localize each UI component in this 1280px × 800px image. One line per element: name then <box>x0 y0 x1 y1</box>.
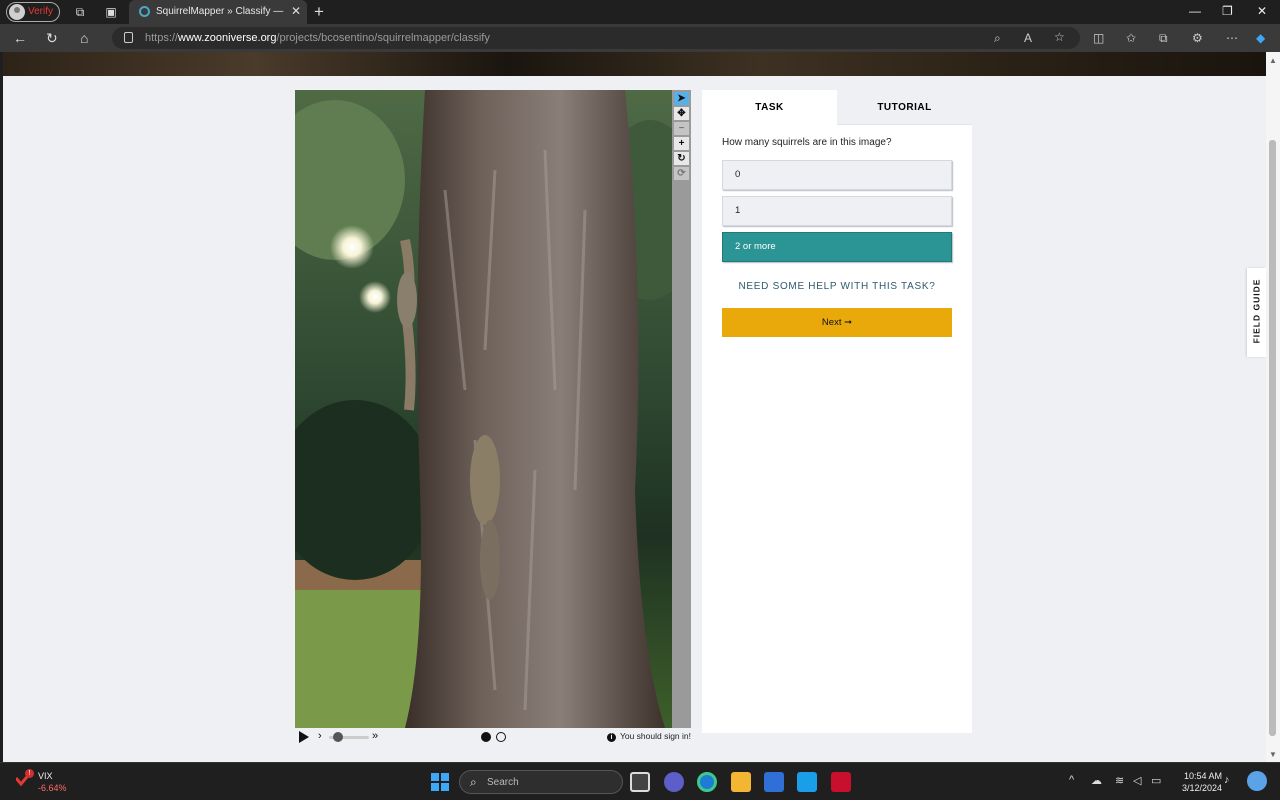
notification-badge: ! <box>25 769 34 778</box>
answer-option-2-or-more[interactable]: 2 or more <box>722 232 952 262</box>
zoom-in-icon[interactable]: + <box>674 137 689 150</box>
subject-controls: › » i You should sign in! <box>295 728 691 746</box>
profile-button[interactable]: Verify <box>6 2 60 22</box>
profile-name: Verify <box>28 6 54 17</box>
notifications-bell-icon[interactable]: ♪ <box>1224 774 1230 786</box>
home-icon[interactable]: ⌂ <box>80 30 88 46</box>
split-screen-icon[interactable]: ◫ <box>1093 31 1104 45</box>
move-icon[interactable]: ✥ <box>674 107 689 120</box>
restore-icon[interactable]: ❐ <box>1222 4 1233 18</box>
faster-icon[interactable]: » <box>372 730 378 742</box>
zoom-out-icon[interactable]: − <box>674 122 689 135</box>
file-explorer-icon[interactable] <box>731 772 751 792</box>
read-aloud-icon[interactable]: A <box>1024 31 1032 45</box>
collections-icon[interactable]: ⧉ <box>1159 31 1168 46</box>
workspaces-icon[interactable]: ⧉ <box>73 5 87 19</box>
field-guide-tab[interactable]: FIELD GUIDE <box>1247 268 1266 357</box>
favorite-star-icon[interactable]: ☆ <box>1054 30 1065 44</box>
signin-notice: i You should sign in! <box>606 731 691 742</box>
ticker-name[interactable]: VIX <box>38 771 53 781</box>
volume-icon[interactable]: ◁ <box>1133 774 1141 787</box>
frame-dot-2[interactable] <box>496 732 506 742</box>
back-icon[interactable]: ← <box>13 30 27 46</box>
show-hidden-icons-icon[interactable]: ^ <box>1069 774 1074 786</box>
edge-icon[interactable] <box>697 772 717 792</box>
task-view-icon[interactable] <box>630 772 650 792</box>
tab-title: SquirrelMapper » Classify — Zooniverse <box>156 6 286 17</box>
clock-date: 3/12/2024 <box>1181 783 1222 793</box>
start-windows-icon[interactable] <box>431 773 449 791</box>
zooniverse-favicon-icon <box>139 6 150 17</box>
browser-toolbar: ← ↻ ⌂ https://www.zooniverse.org/project… <box>0 24 1280 52</box>
search-label: Search <box>487 777 519 788</box>
web-page: ➤ ✥ − + ↻ ⟳ › » i You should sign in! TAS… <box>3 52 1266 762</box>
lock-icon <box>124 32 133 43</box>
new-tab-icon[interactable]: + <box>314 2 324 22</box>
more-menu-icon[interactable]: ⋯ <box>1226 31 1238 45</box>
page-scrollbar[interactable]: ▲ ▼ <box>1266 52 1280 762</box>
scroll-down-icon[interactable]: ▼ <box>1269 750 1277 759</box>
tab-actions-icon[interactable]: ▣ <box>104 5 118 19</box>
squirrel-photo <box>295 90 672 728</box>
reset-icon[interactable]: ⟳ <box>674 167 689 180</box>
pointer-icon[interactable]: ➤ <box>674 92 689 105</box>
copilot-taskbar-icon[interactable] <box>1247 771 1267 791</box>
answer-option-1[interactable]: 1 <box>722 196 952 226</box>
store-icon[interactable] <box>764 772 784 792</box>
copilot-icon[interactable]: ◆ <box>1256 31 1265 45</box>
task-panel: TASK TUTORIAL How many squirrels are in … <box>702 90 972 733</box>
extensions-icon[interactable]: ⚙ <box>1192 31 1203 45</box>
avatar-icon <box>9 4 25 20</box>
close-tab-icon[interactable]: ✕ <box>291 4 301 18</box>
field-guide-label: FIELD GUIDE <box>1251 278 1262 344</box>
project-header-image <box>3 52 1266 76</box>
wifi-icon[interactable]: ≋ <box>1115 774 1124 787</box>
task-question: How many squirrels are in this image? <box>722 137 892 148</box>
address-bar[interactable]: https://www.zooniverse.org/projects/bcos… <box>112 27 1080 49</box>
app-icon[interactable] <box>797 772 817 792</box>
info-icon: i <box>606 733 616 742</box>
subject-image[interactable] <box>295 90 672 728</box>
cloud-icon[interactable]: ☁ <box>1091 774 1102 787</box>
favorites-icon[interactable]: ✩ <box>1126 31 1136 45</box>
panel-tabs: TASK TUTORIAL <box>702 90 972 125</box>
windows-taskbar: ! VIX -6.64% ⌕ Search ^ ☁ ≋ ◁ ▭ 10:54 AM… <box>0 762 1280 800</box>
teams-icon[interactable] <box>664 772 684 792</box>
next-button[interactable]: Next ➞ <box>722 308 952 337</box>
scroll-up-icon[interactable]: ▲ <box>1269 56 1277 65</box>
mcafee-icon[interactable] <box>831 772 851 792</box>
rotate-icon[interactable]: ↻ <box>674 152 689 165</box>
zoom-icon[interactable]: ⌕ <box>994 31 1001 46</box>
ticker-change[interactable]: -6.64% <box>38 783 67 793</box>
speed-slider-handle[interactable] <box>333 732 343 742</box>
answer-option-0[interactable]: 0 <box>722 160 952 190</box>
close-window-icon[interactable]: ✕ <box>1257 4 1267 18</box>
taskbar-search[interactable]: ⌕ Search <box>459 770 623 794</box>
url-text[interactable]: https://www.zooniverse.org/projects/bcos… <box>145 32 490 44</box>
refresh-icon[interactable]: ↻ <box>46 30 58 46</box>
search-icon: ⌕ <box>470 775 477 789</box>
tab-tutorial[interactable]: TUTORIAL <box>837 90 972 125</box>
clock-time: 10:54 AM <box>1183 771 1222 781</box>
play-icon[interactable] <box>299 731 309 743</box>
slower-icon[interactable]: › <box>318 730 322 742</box>
browser-tab[interactable]: SquirrelMapper » Classify — Zooniverse ✕ <box>129 0 307 24</box>
help-link[interactable]: NEED SOME HELP WITH THIS TASK? <box>722 281 952 292</box>
minimize-icon[interactable]: — <box>1189 4 1201 18</box>
battery-icon[interactable]: ▭ <box>1151 774 1161 787</box>
tab-task[interactable]: TASK <box>702 90 837 125</box>
frame-dot-1[interactable] <box>481 732 491 742</box>
system-clock[interactable]: 10:54 AM 3/12/2024 <box>1170 770 1222 794</box>
browser-title-bar: Verify ⧉ ▣ SquirrelMapper » Classify — Z… <box>0 0 1280 24</box>
scrollbar-thumb[interactable] <box>1269 140 1276 736</box>
viewer-toolbar: ➤ ✥ − + ↻ ⟳ <box>672 90 691 728</box>
